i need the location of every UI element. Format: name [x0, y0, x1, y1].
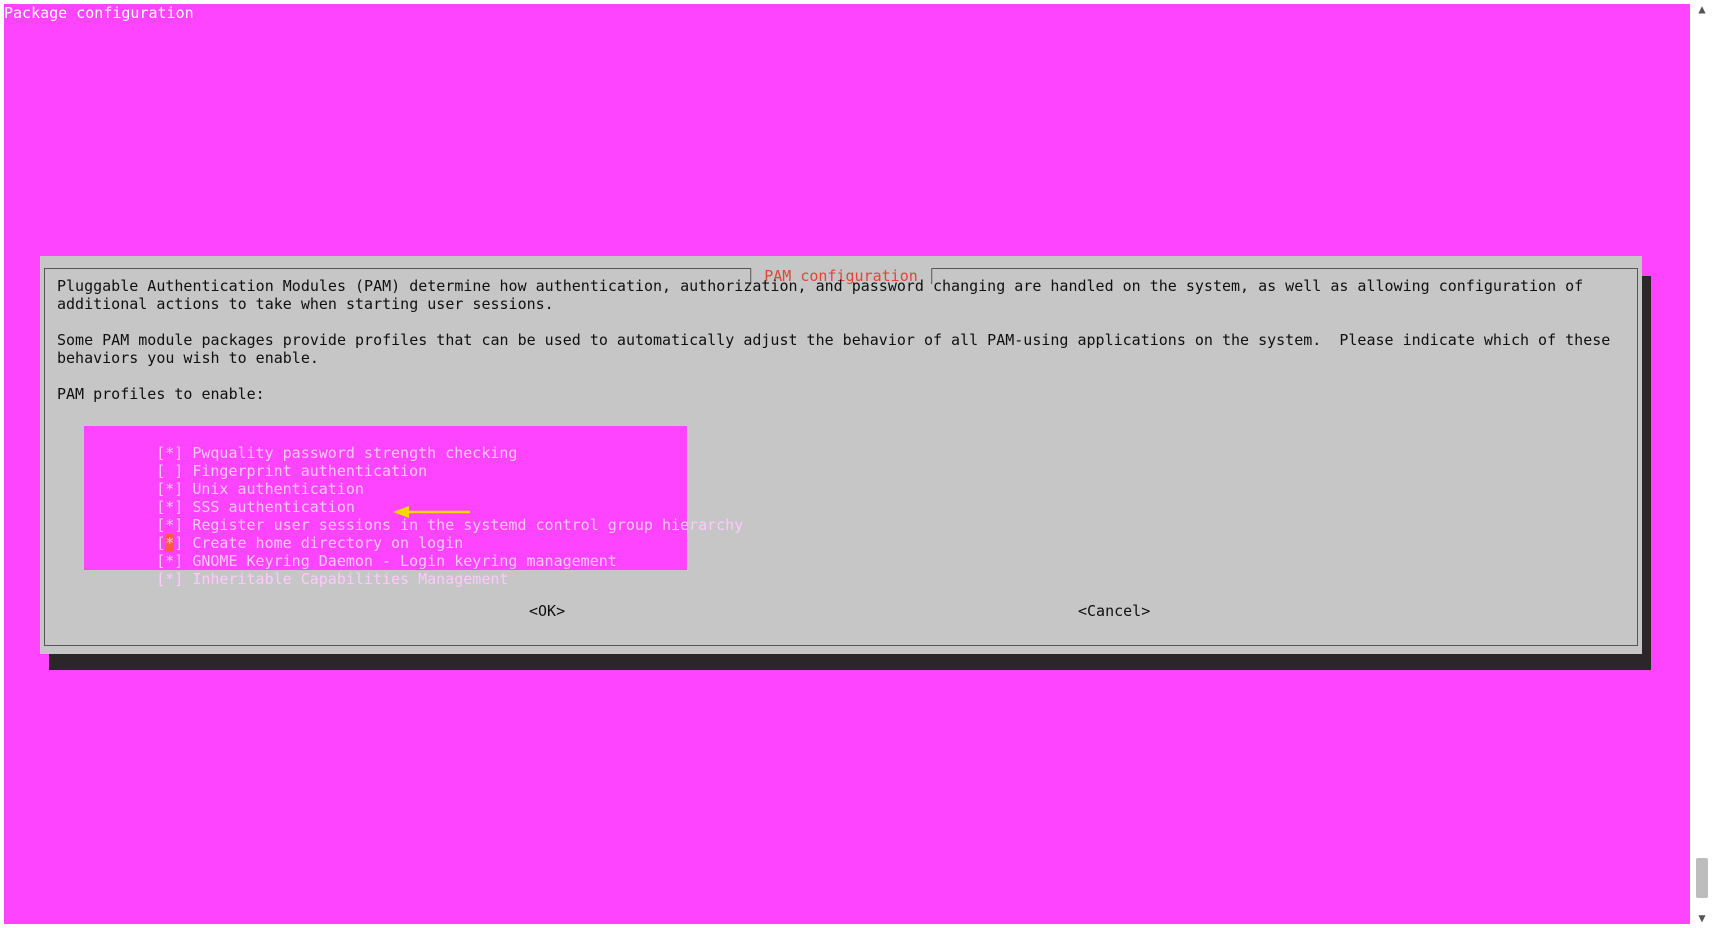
info-line-1: Some PAM module packages provide profile…	[57, 331, 1611, 349]
description-line-1: Pluggable Authentication Modules (PAM) d…	[57, 277, 1584, 295]
profile-item-fingerprint[interactable]: [ ] Fingerprint authentication	[84, 444, 427, 480]
chevron-down-icon[interactable]: ▼	[1695, 911, 1709, 925]
scrollbar-thumb[interactable]	[1696, 858, 1708, 898]
ok-button[interactable]: <OK>	[529, 602, 565, 620]
pam-config-dialog: PAM configuration Pluggable Authenticati…	[40, 256, 1642, 654]
profile-item-gnome-keyring[interactable]: [*] GNOME Keyring Daemon - Login keyring …	[84, 534, 617, 570]
window-title: Package configuration	[4, 4, 194, 22]
profile-item-pwquality[interactable]: [*] Pwquality password strength checking	[84, 426, 517, 462]
cancel-button[interactable]: <Cancel>	[1078, 602, 1150, 620]
profile-label: Inheritable Capabilities Management	[192, 570, 509, 588]
scrollbar[interactable]: ▲ ▼	[1692, 0, 1712, 928]
profile-item-unix[interactable]: [*] Unix authentication	[84, 462, 364, 498]
arrow-left-icon	[393, 506, 470, 518]
profile-item-sss[interactable]: [*] SSS authentication	[84, 480, 355, 516]
terminal-screen: Package configuration PAM configuration …	[4, 4, 1690, 924]
info-line-2: behaviors you wish to enable.	[57, 349, 319, 367]
checkbox[interactable]: [*]	[156, 570, 183, 588]
chevron-up-icon[interactable]: ▲	[1695, 2, 1709, 16]
description-line-2: additional actions to take when starting…	[57, 295, 554, 313]
list-label: PAM profiles to enable:	[57, 385, 265, 403]
profile-item-capabilities[interactable]: [*] Inheritable Capabilities Management	[84, 552, 508, 588]
profile-list: [*] Pwquality password strength checking …	[84, 426, 743, 588]
